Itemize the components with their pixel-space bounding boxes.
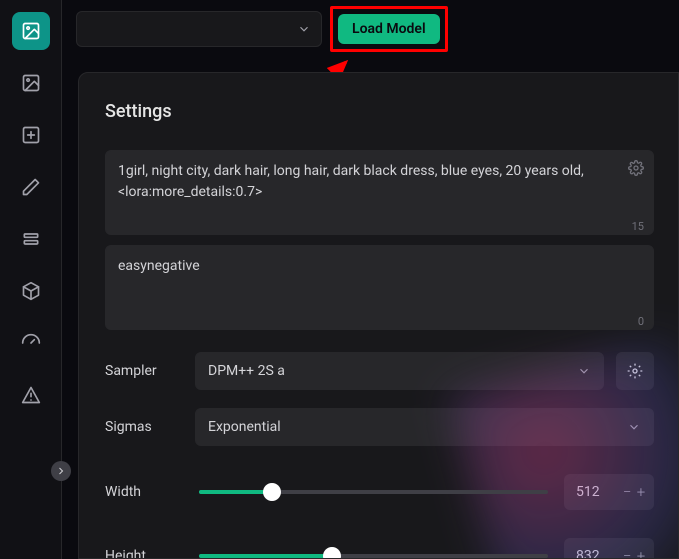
prompt-input[interactable] bbox=[105, 150, 654, 235]
height-decrement[interactable]: − bbox=[620, 546, 634, 559]
prompt-settings-button[interactable] bbox=[628, 160, 644, 180]
sigmas-value: Exponential bbox=[208, 419, 281, 435]
width-increment[interactable]: + bbox=[634, 482, 648, 502]
prompt-token-count: 15 bbox=[632, 220, 644, 233]
sampler-settings-button[interactable] bbox=[616, 352, 654, 390]
sidebar-expand-button[interactable] bbox=[51, 461, 71, 481]
model-select[interactable] bbox=[76, 11, 322, 47]
sampler-label: Sampler bbox=[105, 363, 183, 379]
width-decrement[interactable]: − bbox=[620, 482, 634, 502]
sigmas-select[interactable]: Exponential bbox=[195, 408, 654, 446]
nav-performance[interactable] bbox=[12, 324, 50, 362]
settings-title: Settings bbox=[105, 101, 678, 122]
nav-warning[interactable] bbox=[12, 376, 50, 414]
settings-panel: Settings 15 0 Sampler DPM++ 2S a bbox=[78, 72, 679, 559]
width-label: Width bbox=[105, 484, 183, 500]
load-model-button[interactable]: Load Model bbox=[338, 14, 440, 44]
nav-txt2img[interactable] bbox=[12, 12, 50, 50]
annotation-highlight: Load Model bbox=[330, 6, 448, 52]
width-value[interactable]: 512 bbox=[576, 484, 620, 500]
sampler-value: DPM++ 2S a bbox=[208, 363, 285, 379]
sigmas-label: Sigmas bbox=[105, 419, 183, 435]
negative-token-count: 0 bbox=[638, 315, 644, 328]
height-slider[interactable] bbox=[199, 546, 548, 559]
sampler-select[interactable]: DPM++ 2S a bbox=[195, 352, 604, 390]
nav-stack[interactable] bbox=[12, 220, 50, 258]
chevron-down-icon bbox=[297, 22, 311, 36]
height-increment[interactable]: + bbox=[634, 546, 648, 559]
nav-img2img[interactable] bbox=[12, 64, 50, 102]
width-slider[interactable] bbox=[199, 482, 548, 502]
height-label: Height bbox=[105, 548, 183, 559]
nav-cube[interactable] bbox=[12, 272, 50, 310]
chevron-down-icon bbox=[627, 420, 641, 434]
negative-prompt-input[interactable] bbox=[105, 245, 654, 330]
height-value[interactable]: 832 bbox=[576, 548, 620, 559]
nav-add[interactable] bbox=[12, 116, 50, 154]
chevron-down-icon bbox=[577, 364, 591, 378]
topbar: Load Model bbox=[62, 0, 679, 58]
sidebar bbox=[0, 0, 62, 559]
nav-edit[interactable] bbox=[12, 168, 50, 206]
